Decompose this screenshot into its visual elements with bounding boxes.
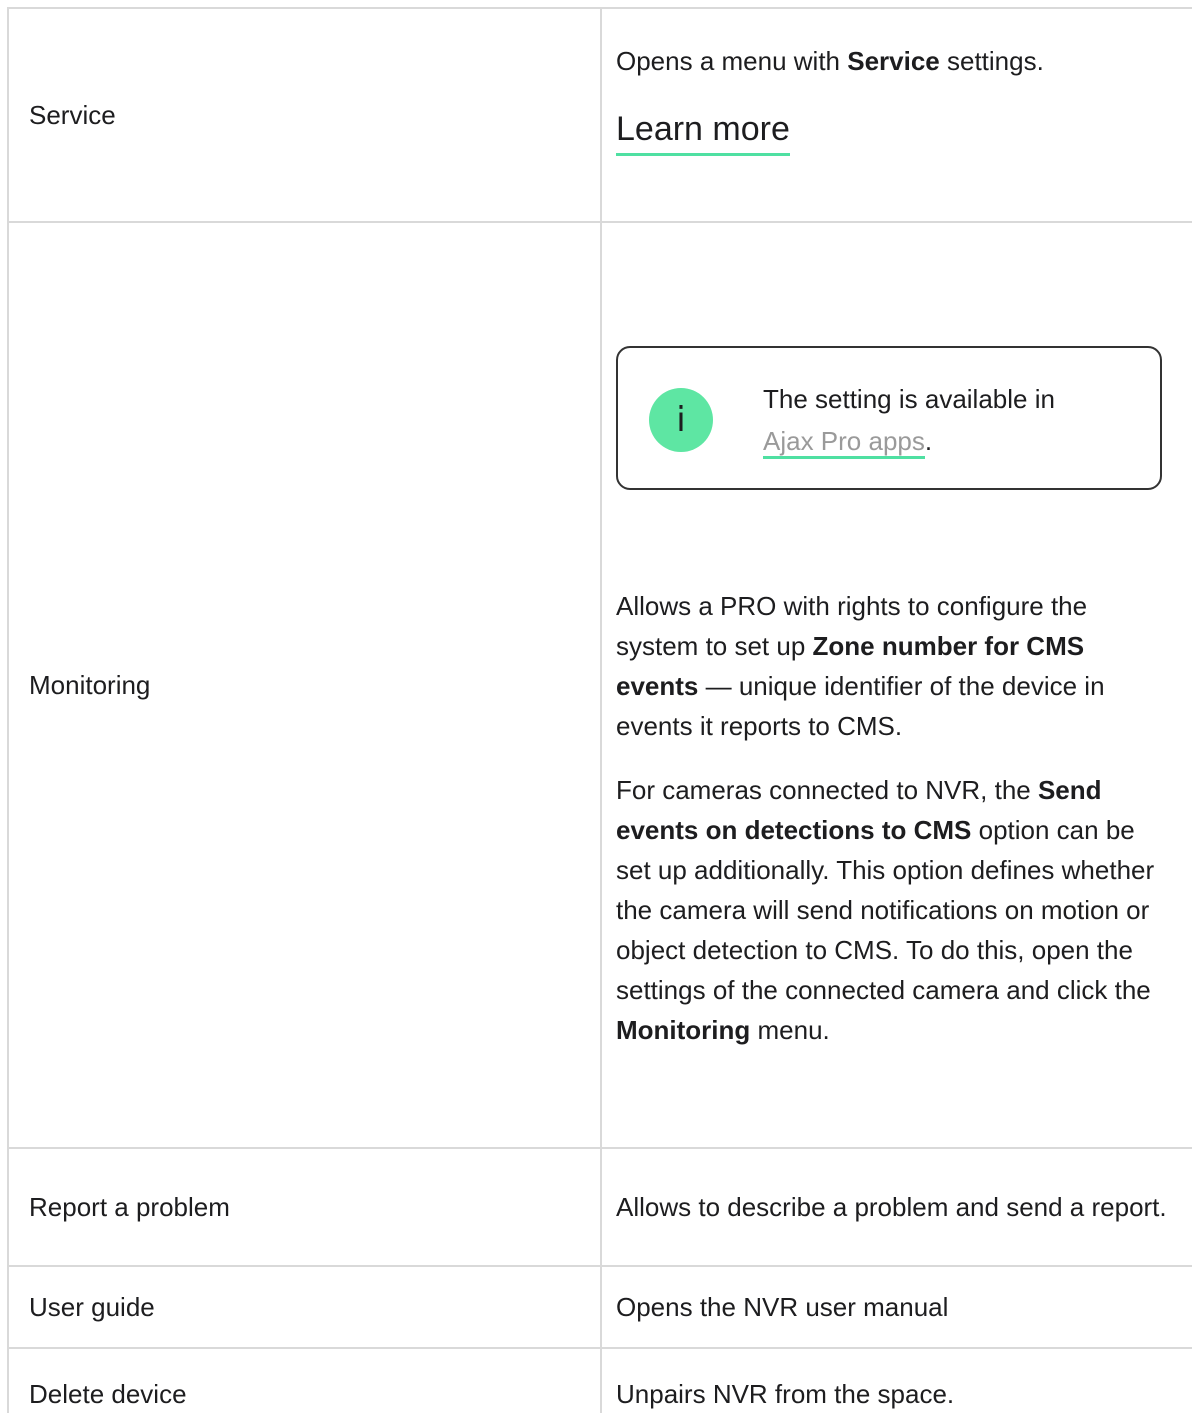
setting-description-cell: Opens the NVR user manual (600, 1265, 1192, 1349)
setting-description-cell: Unpairs NVR from the space. (600, 1347, 1192, 1413)
monitoring-description: Allows a PRO with rights to configure th… (616, 591, 1105, 741)
setting-description-cell: i The setting is available in Ajax Pro a… (600, 221, 1192, 1149)
setting-description: Allows to describe a problem and send a … (616, 1192, 1167, 1222)
learn-more-link[interactable]: Learn more (616, 107, 790, 156)
setting-description: Unpairs NVR from the space. (616, 1379, 955, 1409)
table-row-user-guide: User guide Opens the NVR user manual (7, 1265, 1192, 1349)
info-note-text: The setting is available in Ajax Pro app… (763, 378, 1140, 462)
info-icon: i (649, 388, 713, 452)
setting-description: Opens a menu with Service settings. (616, 45, 1044, 76)
table-row-service: Service Opens a menu with Service settin… (7, 7, 1192, 223)
setting-name: Report a problem (29, 1192, 230, 1222)
table-row-report-problem: Report a problem Allows to describe a pr… (7, 1147, 1192, 1267)
setting-description: Opens the NVR user manual (616, 1292, 949, 1322)
monitoring-nvr-description: For cameras connected to NVR, the Send e… (616, 775, 1155, 1045)
setting-name-cell: Delete device (7, 1347, 602, 1413)
table-row-monitoring: Monitoring i The setting is available in… (7, 221, 1192, 1149)
setting-name-cell: Service (7, 7, 602, 223)
setting-name: User guide (29, 1292, 155, 1322)
table-row-delete-device: Delete device Unpairs NVR from the space… (7, 1347, 1192, 1413)
setting-name-cell: User guide (7, 1265, 602, 1349)
setting-name: Monitoring (29, 670, 151, 700)
ajax-pro-apps-link[interactable]: Ajax Pro apps (763, 426, 925, 459)
setting-description-cell: Allows to describe a problem and send a … (600, 1147, 1192, 1267)
settings-table: Service Opens a menu with Service settin… (7, 7, 1192, 1413)
setting-name: Service (29, 100, 116, 130)
setting-description-cell: Opens a menu with Service settings. Lear… (600, 7, 1192, 223)
info-note: i The setting is available in Ajax Pro a… (616, 346, 1162, 490)
setting-name: Delete device (29, 1379, 187, 1409)
setting-name-cell: Monitoring (7, 221, 602, 1149)
setting-name-cell: Report a problem (7, 1147, 602, 1267)
